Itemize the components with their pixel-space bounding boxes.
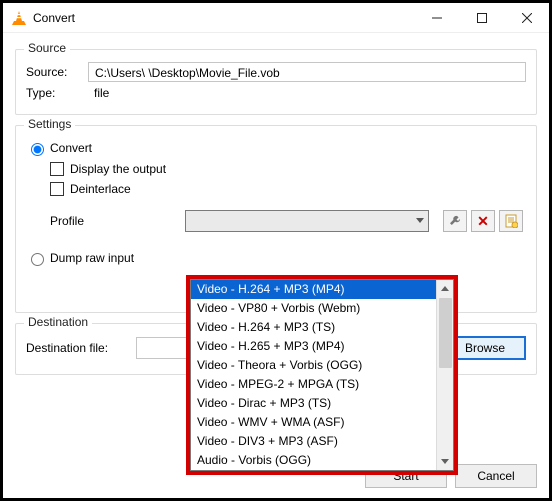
profile-label: Profile [50,214,185,228]
profile-combobox[interactable] [185,210,429,232]
cancel-button[interactable]: Cancel [455,464,537,488]
edit-profile-button[interactable] [443,210,467,232]
delete-profile-button[interactable]: ✕ [471,210,495,232]
convert-radio-input[interactable] [31,143,44,156]
destination-file-label: Destination file: [26,341,136,355]
close-button[interactable] [504,3,549,32]
profile-option[interactable]: Video - Theora + Vorbis (OGG) [191,356,436,375]
profile-dropdown-list: Video - H.264 + MP3 (MP4)Video - VP80 + … [186,275,458,475]
profile-option[interactable]: Video - H.264 + MP3 (MP4) [191,280,436,299]
profile-option[interactable]: Video - VP80 + Vorbis (Webm) [191,299,436,318]
maximize-button[interactable] [459,3,504,32]
source-path-field: C:\Users\ \Desktop\Movie_File.vob [88,62,526,82]
title-bar: Convert [3,3,549,33]
dump-raw-radio-input[interactable] [31,253,44,266]
minimize-button[interactable] [414,3,459,32]
delete-icon: ✕ [477,213,489,230]
chevron-up-icon [441,286,449,292]
dump-raw-label: Dump raw input [50,251,134,265]
profile-option[interactable]: Video - MPEG-2 + MPGA (TS) [191,375,436,394]
destination-group-label: Destination [24,315,92,329]
new-profile-icon [504,214,518,228]
checkbox-box-icon [50,182,64,196]
wrench-icon [448,214,462,228]
profile-option[interactable]: Video - H.264 + MP3 (TS) [191,318,436,337]
profile-option[interactable]: Audio - Vorbis (OGG) [191,451,436,470]
convert-radio[interactable]: Convert [26,140,526,156]
type-value: file [88,86,109,100]
convert-radio-label: Convert [50,141,92,155]
window-title: Convert [33,11,75,25]
dump-raw-radio[interactable]: Dump raw input [26,250,526,266]
deinterlace-label: Deinterlace [70,182,131,196]
profile-option[interactable]: Video - Dirac + MP3 (TS) [191,394,436,413]
type-label: Type: [26,86,88,100]
chevron-down-icon [441,459,449,465]
dialog-window: Convert Source Source: C:\Users\ \Deskto… [0,0,552,501]
dropdown-scrollbar[interactable] [436,280,453,470]
scroll-down-button[interactable] [437,453,453,470]
vlc-icon [11,11,27,25]
profile-option[interactable]: Video - DIV3 + MP3 (ASF) [191,432,436,451]
profile-option[interactable]: Video - WMV + WMA (ASF) [191,413,436,432]
settings-group-label: Settings [24,117,75,131]
source-group-label: Source [24,41,70,55]
source-group: Source Source: C:\Users\ \Desktop\Movie_… [15,49,537,115]
new-profile-button[interactable] [499,210,523,232]
deinterlace-checkbox[interactable]: Deinterlace [50,182,526,196]
source-label: Source: [26,65,88,79]
chevron-down-icon [416,218,424,224]
scroll-up-button[interactable] [437,280,453,297]
scroll-thumb[interactable] [439,298,452,368]
checkbox-box-icon [50,162,64,176]
display-output-checkbox[interactable]: Display the output [50,162,526,176]
display-output-label: Display the output [70,162,166,176]
profile-option[interactable]: Video - H.265 + MP3 (MP4) [191,337,436,356]
